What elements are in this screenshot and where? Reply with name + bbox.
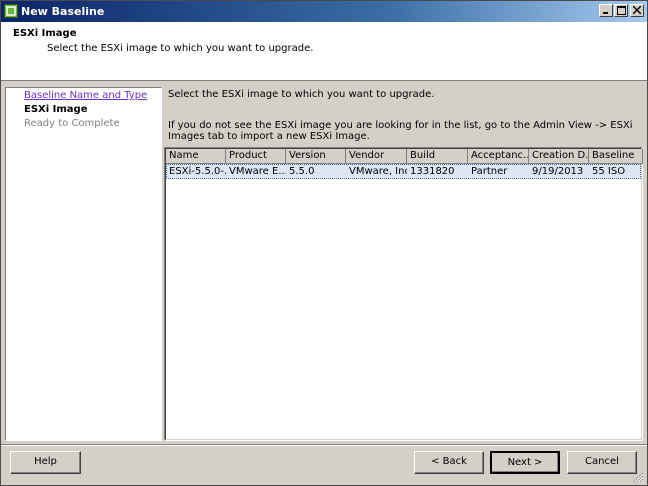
app-icon	[4, 4, 18, 18]
new-baseline-dialog: New Baseline ESXi Image Select the ESXi …	[0, 0, 648, 486]
column-header-name[interactable]: Name	[166, 149, 226, 164]
help-button[interactable]: Help	[10, 451, 81, 474]
column-header-baseline[interactable]: Baseline	[589, 149, 643, 164]
maximize-button[interactable]	[614, 4, 628, 17]
column-header-creation-date[interactable]: Creation D...	[529, 149, 589, 164]
cancel-button[interactable]: Cancel	[567, 451, 637, 474]
close-button[interactable]	[630, 4, 644, 17]
wizard-steps-panel: Baseline Name and Type ESXi Image Ready …	[5, 87, 162, 441]
column-header-version[interactable]: Version	[286, 149, 346, 164]
cell-vendor: VMware, Inc.	[349, 166, 407, 177]
page-title: ESXi Image	[13, 28, 77, 39]
column-header-product[interactable]: Product	[226, 149, 286, 164]
instruction-text: Select the ESXi image to which you want …	[168, 89, 435, 100]
cell-build: 1331820	[410, 166, 455, 177]
column-header-vendor[interactable]: Vendor	[346, 149, 407, 164]
column-header-acceptance[interactable]: Acceptanc...	[468, 149, 529, 164]
step-ready-to-complete: Ready to Complete	[24, 118, 120, 129]
cell-baseline: 55 ISO	[592, 166, 626, 177]
cell-acceptance: Partner	[471, 166, 508, 177]
cell-version: 5.5.0	[289, 166, 315, 177]
step-esxi-image: ESXi Image	[24, 104, 88, 115]
next-button[interactable]: Next >	[490, 451, 560, 474]
column-header-build[interactable]: Build	[407, 149, 468, 164]
header-banner: ESXi Image Select the ESXi image to whic…	[1, 22, 647, 81]
step-baseline-name-and-type[interactable]: Baseline Name and Type	[24, 90, 147, 101]
cell-product: VMware E...	[229, 166, 286, 177]
help-text: If you do not see the ESXi image you are…	[168, 120, 633, 142]
esxi-image-list: Name Product Version Vendor Build Accept…	[164, 147, 643, 441]
resize-grip-icon[interactable]	[632, 471, 644, 483]
title-bar[interactable]: New Baseline	[1, 1, 647, 22]
window-title: New Baseline	[21, 5, 105, 18]
cell-creation-date: 9/19/2013	[532, 166, 584, 177]
minimize-button[interactable]	[599, 4, 613, 17]
back-button[interactable]: < Back	[414, 451, 484, 474]
cell-name: ESXi-5.5.0-...	[169, 166, 226, 177]
footer-divider	[1, 444, 647, 446]
page-subtitle: Select the ESXi image to which you want …	[47, 43, 314, 54]
